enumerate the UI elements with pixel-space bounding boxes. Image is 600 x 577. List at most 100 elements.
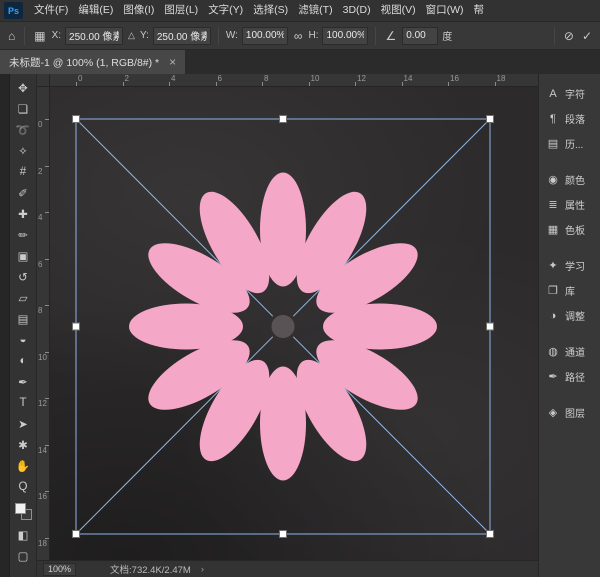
panel-group: ◈图层 xyxy=(539,400,600,425)
hand-tool[interactable]: ✋ xyxy=(10,455,36,476)
canvas-artwork[interactable] xyxy=(50,87,538,560)
channels-panel[interactable]: ◍通道 xyxy=(539,339,600,364)
options-divider xyxy=(554,27,555,45)
panel-label: 库 xyxy=(565,283,575,298)
gradient-tool[interactable]: ▤ xyxy=(10,308,36,329)
blur-tool[interactable]: ◒ xyxy=(10,329,36,350)
x-label: X: xyxy=(52,30,61,41)
ruler-tick xyxy=(169,82,170,86)
panel-label: 色板 xyxy=(565,222,585,237)
tool-list: ✥❏➰✧#✐✚✏▣↺▱▤◒◐✒T➤✱✋Q xyxy=(10,77,36,497)
height-input[interactable] xyxy=(322,27,368,45)
menu-item[interactable]: 编辑(E) xyxy=(73,0,118,21)
ruler-tick xyxy=(45,166,49,167)
clone-stamp-tool[interactable]: ▣ xyxy=(10,245,36,266)
color-panel[interactable]: ◉颜色 xyxy=(539,167,600,192)
canvas-viewport[interactable] xyxy=(50,87,538,560)
home-icon[interactable]: ⌂ xyxy=(6,29,17,43)
status-bar: 100% 文档:732.4K/2.47M › xyxy=(37,560,538,577)
menu-item[interactable]: 图层(L) xyxy=(159,0,203,21)
quick-mask-icon[interactable]: ◧ xyxy=(10,524,36,545)
menu-item[interactable]: 文字(Y) xyxy=(203,0,248,21)
status-chevron-icon[interactable]: › xyxy=(201,564,204,575)
height-label: H: xyxy=(308,30,318,41)
tab-close-icon[interactable]: × xyxy=(169,55,176,69)
adjustments-panel[interactable]: ◑调整 xyxy=(539,303,600,328)
crop-tool[interactable]: # xyxy=(10,161,36,182)
screen-mode-icon[interactable]: ▢ xyxy=(10,545,36,566)
paragraph-panel[interactable]: ¶段落 xyxy=(539,106,600,131)
move-tool[interactable]: ✥ xyxy=(10,77,36,98)
transform-handle[interactable] xyxy=(73,323,80,330)
menu-item[interactable]: 帮 xyxy=(469,0,490,21)
commit-transform-icon[interactable]: ✓ xyxy=(580,29,594,43)
menu-item[interactable]: 图像(I) xyxy=(118,0,159,21)
document-tab-title: 未标题-1 @ 100% (1, RGB/8#) * xyxy=(9,55,159,70)
libraries-panel[interactable]: ❐库 xyxy=(539,278,600,303)
horizontal-ruler[interactable]: 024681012141618 xyxy=(50,74,538,87)
menu-item[interactable]: 视图(V) xyxy=(376,0,421,21)
ruler-tick xyxy=(76,82,77,86)
layers-panel[interactable]: ◈图层 xyxy=(539,400,600,425)
flower-center xyxy=(270,314,296,340)
transform-handle[interactable] xyxy=(73,116,80,123)
ruler-tick xyxy=(45,538,49,539)
ruler-label: 0 xyxy=(78,75,82,83)
lasso-tool[interactable]: ➰ xyxy=(10,119,36,140)
transform-handle[interactable] xyxy=(73,531,80,538)
path-selection-tool[interactable]: ➤ xyxy=(10,413,36,434)
healing-brush-tool[interactable]: ✚ xyxy=(10,203,36,224)
foreground-color-swatch[interactable] xyxy=(15,503,26,514)
ruler-tick xyxy=(45,259,49,260)
zoom-level-field[interactable]: 100% xyxy=(43,563,76,576)
character-panel-icon: A xyxy=(546,88,560,100)
ruler-tick xyxy=(45,352,49,353)
pen-tool[interactable]: ✒ xyxy=(10,371,36,392)
document-tab[interactable]: 未标题-1 @ 100% (1, RGB/8#) * × xyxy=(0,50,185,74)
y-position-input[interactable] xyxy=(153,27,211,45)
dodge-tool[interactable]: ◐ xyxy=(10,350,36,371)
properties-panel[interactable]: ≣属性 xyxy=(539,192,600,217)
history-brush-tool[interactable]: ↺ xyxy=(10,266,36,287)
cancel-transform-icon[interactable]: ⊘ xyxy=(562,29,576,43)
type-tool[interactable]: T xyxy=(10,392,36,413)
relative-position-toggle[interactable]: △ xyxy=(127,30,136,41)
transform-handle[interactable] xyxy=(487,323,494,330)
link-dimensions-icon[interactable]: ∞ xyxy=(292,29,305,43)
zoom-tool[interactable]: Q xyxy=(10,476,36,497)
reference-point-icon[interactable]: ▦ xyxy=(32,29,47,43)
tool-bar: ✥❏➰✧#✐✚✏▣↺▱▤◒◐✒T➤✱✋Q ◧ ▢ xyxy=(10,74,37,577)
rotation-input[interactable] xyxy=(402,27,438,45)
history-panel[interactable]: ▤历... xyxy=(539,131,600,156)
workspace: ✥❏➰✧#✐✚✏▣↺▱▤◒◐✒T➤✱✋Q ◧ ▢ 024681012141618… xyxy=(0,74,600,577)
brush-tool[interactable]: ✏ xyxy=(10,224,36,245)
channels-panel-icon: ◍ xyxy=(546,345,560,358)
transform-handle[interactable] xyxy=(280,531,287,538)
swatches-panel[interactable]: ▦色板 xyxy=(539,217,600,242)
learn-panel[interactable]: ✦学习 xyxy=(539,253,600,278)
menu-item[interactable]: 3D(D) xyxy=(338,0,376,21)
width-input[interactable] xyxy=(242,27,288,45)
ruler-label: 4 xyxy=(38,214,42,222)
ruler-label: 10 xyxy=(311,75,320,83)
eyedropper-tool[interactable]: ✐ xyxy=(10,182,36,203)
transform-handle[interactable] xyxy=(487,116,494,123)
paths-panel[interactable]: ✒路径 xyxy=(539,364,600,389)
panel-label: 历... xyxy=(565,136,583,151)
menu-item[interactable]: 窗口(W) xyxy=(421,0,469,21)
quick-selection-tool[interactable]: ✧ xyxy=(10,140,36,161)
options-bar: ⌂ ▦ X: △ Y: W: ∞ H: ∠ 度 ⊘ ✓ xyxy=(0,22,600,50)
character-panel[interactable]: A字符 xyxy=(539,81,600,106)
menu-item[interactable]: 滤镜(T) xyxy=(293,0,337,21)
ruler-corner[interactable] xyxy=(37,74,50,87)
shape-tool[interactable]: ✱ xyxy=(10,434,36,455)
menu-item[interactable]: 选择(S) xyxy=(248,0,293,21)
marquee-tool[interactable]: ❏ xyxy=(10,98,36,119)
menu-item[interactable]: 文件(F) xyxy=(29,0,73,21)
transform-handle[interactable] xyxy=(280,116,287,123)
transform-handle[interactable] xyxy=(487,531,494,538)
vertical-ruler[interactable]: 024681012141618 xyxy=(37,87,50,560)
eraser-tool[interactable]: ▱ xyxy=(10,287,36,308)
color-swatches[interactable] xyxy=(15,503,32,520)
x-position-input[interactable] xyxy=(65,27,123,45)
